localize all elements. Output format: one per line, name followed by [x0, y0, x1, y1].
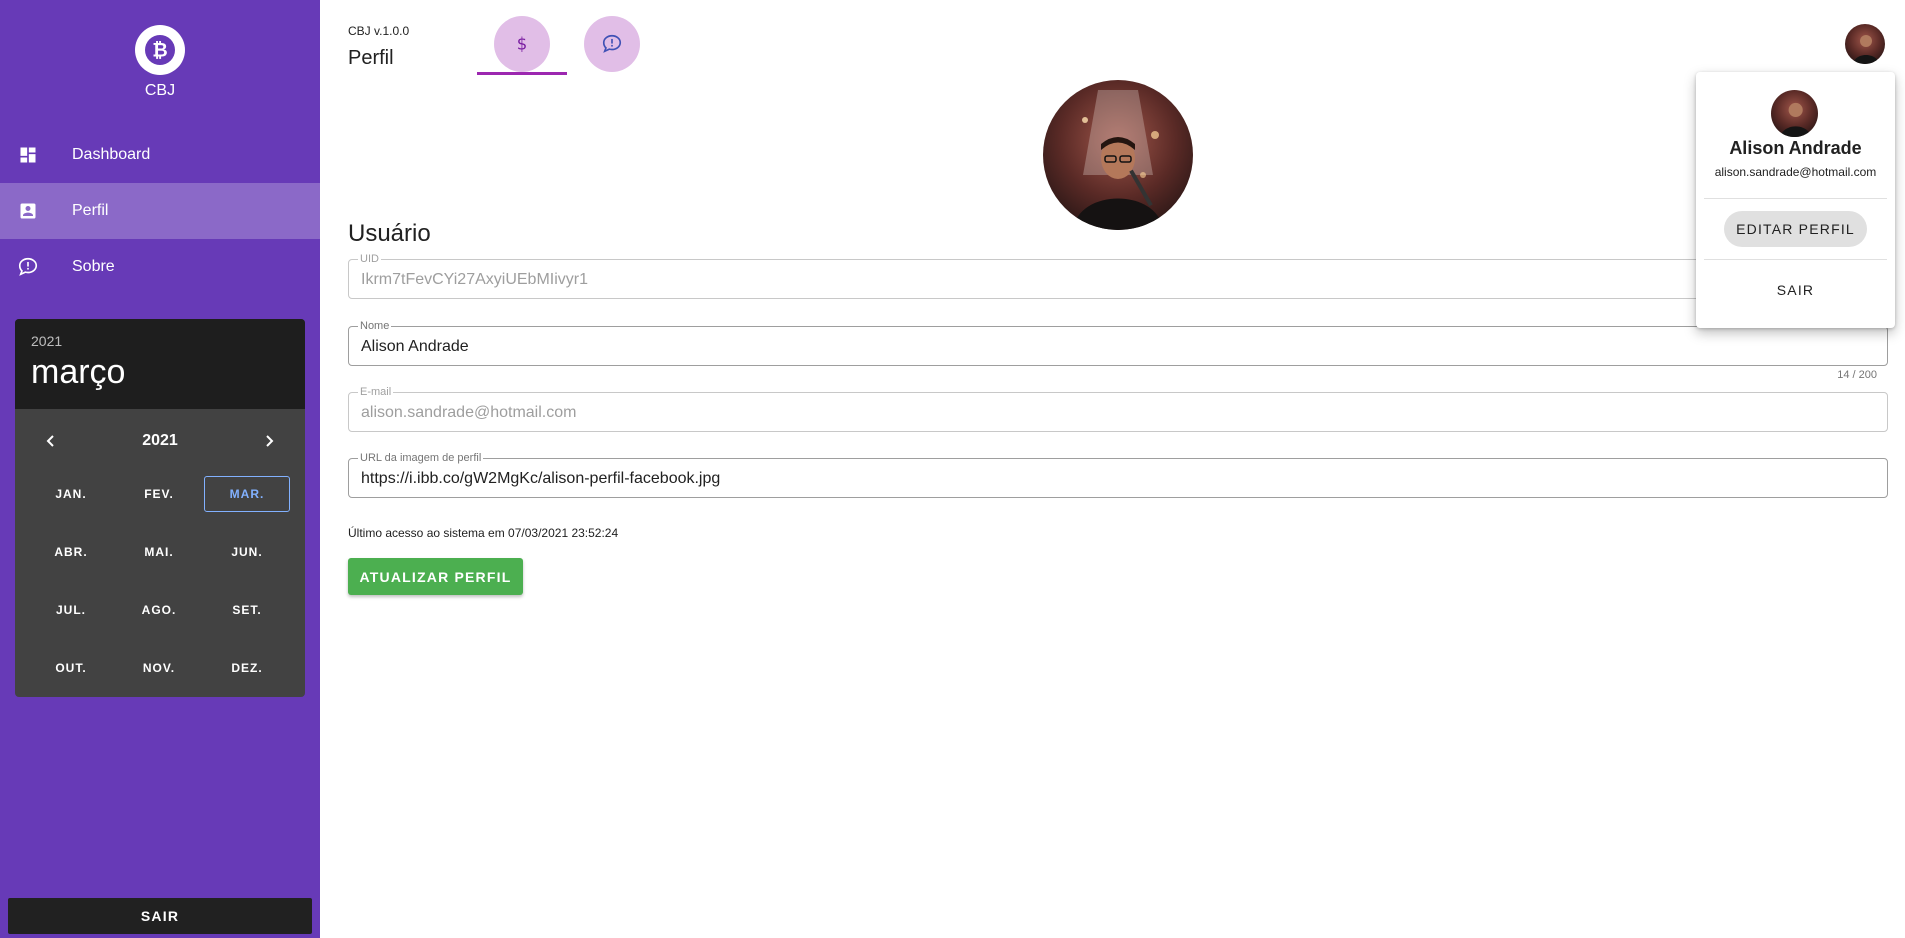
email-field[interactable]: E-mail alison.sandrade@hotmail.com [348, 385, 1888, 432]
month-button[interactable]: JUN. [203, 523, 291, 581]
menu-exit-button[interactable]: SAIR [1724, 272, 1867, 308]
month-button[interactable]: AGO. [115, 581, 203, 639]
dollar-tab-button[interactable]: $ [494, 16, 550, 72]
dashboard-icon [17, 144, 39, 166]
month-button[interactable]: MAI. [115, 523, 203, 581]
name-char-counter: 14 / 200 [1837, 369, 1877, 381]
email-field-label: E-mail [358, 385, 394, 399]
sidebar-item-label: Sobre [72, 258, 115, 275]
brand: ₿ CBJ [0, 25, 320, 100]
update-profile-button[interactable]: ATUALIZAR PERFIL [348, 558, 523, 595]
uid-field-value: Ikrm7tFevCYi27AxyiUEbMIivyr1 [361, 271, 589, 288]
month-button[interactable]: NOV. [115, 639, 203, 697]
page-title: Perfil [348, 47, 394, 69]
sidebar-item-label: Perfil [72, 202, 109, 219]
last-access-text: Último acesso ao sistema em 07/03/2021 2… [348, 526, 619, 540]
picker-year-nav: 2021 [15, 417, 305, 465]
month-button[interactable]: SET. [203, 581, 291, 639]
user-avatar-button[interactable] [1845, 24, 1885, 64]
chevron-right-icon[interactable] [255, 427, 283, 455]
name-field-label: Nome [358, 319, 392, 333]
uid-field[interactable]: UID Ikrm7tFevCYi27AxyiUEbMIivyr1 [348, 252, 1888, 299]
image-url-field[interactable]: URL da imagem de perfil https://i.ibb.co… [348, 451, 1888, 498]
user-menu: Alison Andrade alison.sandrade@hotmail.c… [1696, 72, 1895, 328]
svg-text:₿: ₿ [152, 40, 167, 62]
menu-divider [1704, 259, 1887, 260]
uid-field-label: UID [358, 252, 381, 266]
picker-nav-year[interactable]: 2021 [142, 432, 178, 450]
message-alert-icon [17, 256, 39, 278]
sidebar-nav: Dashboard Perfil Sobre [0, 127, 320, 295]
about-tab-button[interactable] [584, 16, 640, 72]
active-tab-indicator [477, 72, 567, 75]
email-field-value: alison.sandrade@hotmail.com [361, 404, 577, 421]
month-button[interactable]: JUL. [27, 581, 115, 639]
month-button[interactable]: FEV. [115, 465, 203, 523]
message-alert-icon [602, 34, 622, 53]
name-field-value: Alison Andrade [361, 338, 469, 355]
image-url-field-value: https://i.ibb.co/gW2MgKc/alison-perfil-f… [361, 470, 721, 487]
month-button[interactable]: OUT. [27, 639, 115, 697]
sidebar-logout-button[interactable]: SAIR [8, 898, 312, 934]
month-picker: 2021 março 2021 JAN. FEV. MAR. ABR. MAI.… [15, 319, 305, 697]
month-button[interactable]: ABR. [27, 523, 115, 581]
edit-profile-button[interactable]: EDITAR PERFIL [1724, 211, 1867, 247]
section-title: Usuário [348, 220, 431, 247]
picker-header-month: março [31, 353, 126, 391]
name-field[interactable]: Nome Alison Andrade [348, 319, 1888, 366]
sidebar-item-dashboard[interactable]: Dashboard [0, 127, 320, 183]
sidebar-item-label: Dashboard [72, 146, 151, 163]
picker-months: JAN. FEV. MAR. ABR. MAI. JUN. JUL. AGO. … [15, 465, 305, 697]
month-button-selected[interactable]: MAR. [203, 465, 291, 523]
profile-photo [1043, 80, 1193, 230]
chevron-left-icon[interactable] [37, 427, 65, 455]
brand-name: CBJ [144, 82, 176, 99]
user-menu-avatar [1771, 90, 1818, 137]
image-url-field-label: URL da imagem de perfil [358, 451, 484, 465]
month-button[interactable]: DEZ. [203, 639, 291, 697]
app-version: CBJ v.1.0.0 [348, 24, 410, 38]
dollar-icon: $ [517, 35, 528, 54]
sidebar-item-sobre[interactable]: Sobre [0, 239, 320, 295]
main-content: CBJ v.1.0.0 Perfil $ Usuário UID Ikrm7tF… [320, 0, 1905, 938]
month-button[interactable]: JAN. [27, 465, 115, 523]
sidebar-item-perfil[interactable]: Perfil [0, 183, 320, 239]
picker-header-year[interactable]: 2021 [31, 333, 289, 349]
menu-divider [1704, 198, 1887, 199]
svg-text:$: $ [517, 35, 528, 54]
account-box-icon [17, 200, 39, 222]
user-menu-email: alison.sandrade@hotmail.com [1714, 165, 1877, 179]
picker-header: 2021 março [15, 319, 305, 409]
sidebar: ₿ CBJ Dashboard Perfil Sobre 2021 março … [0, 0, 320, 938]
user-menu-name: Alison Andrade [1729, 138, 1862, 158]
bitcoin-icon: ₿ [135, 25, 185, 75]
